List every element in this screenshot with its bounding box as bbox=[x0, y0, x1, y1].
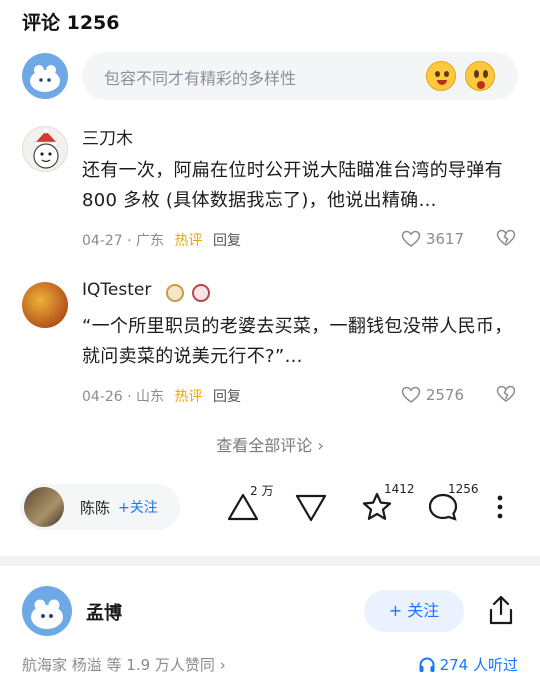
approval-summary[interactable]: 航海家 杨溢 等 1.9 万人赞同 › bbox=[22, 654, 226, 675]
like-count: 3617 bbox=[425, 230, 464, 248]
comment-location: 广东 bbox=[136, 233, 165, 249]
smile-emoji-icon[interactable] bbox=[426, 61, 456, 91]
author-avatar[interactable] bbox=[24, 487, 64, 527]
broken-heart-icon[interactable] bbox=[496, 384, 516, 404]
like-button[interactable]: 2576 bbox=[401, 386, 464, 404]
heart-icon bbox=[401, 386, 421, 403]
heart-icon bbox=[401, 230, 421, 247]
listen-count-text: 274 人听过 bbox=[439, 656, 518, 674]
broken-heart-icon[interactable] bbox=[496, 228, 516, 248]
like-count: 2576 bbox=[425, 386, 464, 404]
comment-username[interactable]: IQTester bbox=[82, 280, 151, 300]
comment-count: 1256 bbox=[448, 482, 479, 496]
my-avatar[interactable] bbox=[22, 53, 68, 99]
listen-count[interactable]: 274 人听过 bbox=[418, 654, 518, 675]
follow-author-button[interactable]: + 关注 bbox=[364, 590, 464, 632]
follow-button[interactable]: +关注 bbox=[118, 497, 158, 517]
answer-author-avatar[interactable] bbox=[22, 586, 72, 636]
medal-badge-icon bbox=[192, 284, 210, 302]
downvote-icon[interactable] bbox=[294, 490, 328, 524]
author-name[interactable]: 陈陈 bbox=[80, 497, 110, 518]
comment-text[interactable]: “一个所里职员的老婆去买菜，一翻钱包没带人民币，就问卖菜的说美元行不?”… bbox=[82, 312, 522, 372]
comment-text[interactable]: 还有一次，阿扁在位时公开说大陆瞄准台湾的导弹有 800 多枚 (具体数据我忘了)… bbox=[82, 156, 522, 216]
upvote-count: 2 万 bbox=[250, 484, 274, 498]
comments-panel: 评论 1256 包容不同才有精彩的多样性 三刀木 还有一次，阿扁在位时公开说大陆… bbox=[0, 0, 540, 556]
author-chip[interactable]: 陈陈 +关注 bbox=[20, 484, 180, 530]
comment-location: 山东 bbox=[136, 389, 165, 405]
reply-button[interactable]: 回复 bbox=[213, 233, 241, 249]
comment-input-placeholder: 包容不同才有精彩的多样性 bbox=[104, 69, 297, 88]
comment-meta: 04-27 · 广东 热评 回复 bbox=[82, 233, 241, 249]
action-bar: 陈陈 +关注 2 万 1412 1256 bbox=[0, 480, 540, 536]
answer-author-name[interactable]: 孟博 bbox=[86, 599, 122, 625]
comment-input[interactable]: 包容不同才有精彩的多样性 bbox=[82, 52, 518, 100]
comment-username[interactable]: 三刀木 bbox=[82, 124, 133, 149]
level-badge-icon bbox=[166, 284, 184, 302]
section-divider bbox=[0, 556, 540, 566]
comment-date: 04-26 bbox=[82, 389, 123, 405]
share-icon[interactable] bbox=[486, 594, 516, 626]
commenter-avatar[interactable] bbox=[22, 282, 68, 328]
more-icon[interactable] bbox=[488, 490, 512, 524]
hot-comment-label: 热评 bbox=[174, 233, 203, 249]
reply-button[interactable]: 回复 bbox=[213, 389, 241, 405]
commenter-avatar[interactable] bbox=[22, 126, 68, 172]
comments-title: 评论 1256 bbox=[22, 12, 120, 34]
next-answer-header: 孟博 + 关注 航海家 杨溢 等 1.9 万人赞同 › 274 人听过 bbox=[0, 566, 540, 680]
comment-meta: 04-26 · 山东 热评 回复 bbox=[82, 389, 241, 405]
view-all-comments-link[interactable]: 查看全部评论 › bbox=[0, 432, 540, 456]
headphones-icon bbox=[419, 656, 435, 672]
comment-date: 04-27 bbox=[82, 233, 123, 249]
surprised-emoji-icon[interactable] bbox=[465, 61, 495, 91]
like-button[interactable]: 3617 bbox=[401, 230, 464, 248]
favorite-count: 1412 bbox=[384, 482, 415, 496]
hot-comment-label: 热评 bbox=[174, 389, 203, 405]
